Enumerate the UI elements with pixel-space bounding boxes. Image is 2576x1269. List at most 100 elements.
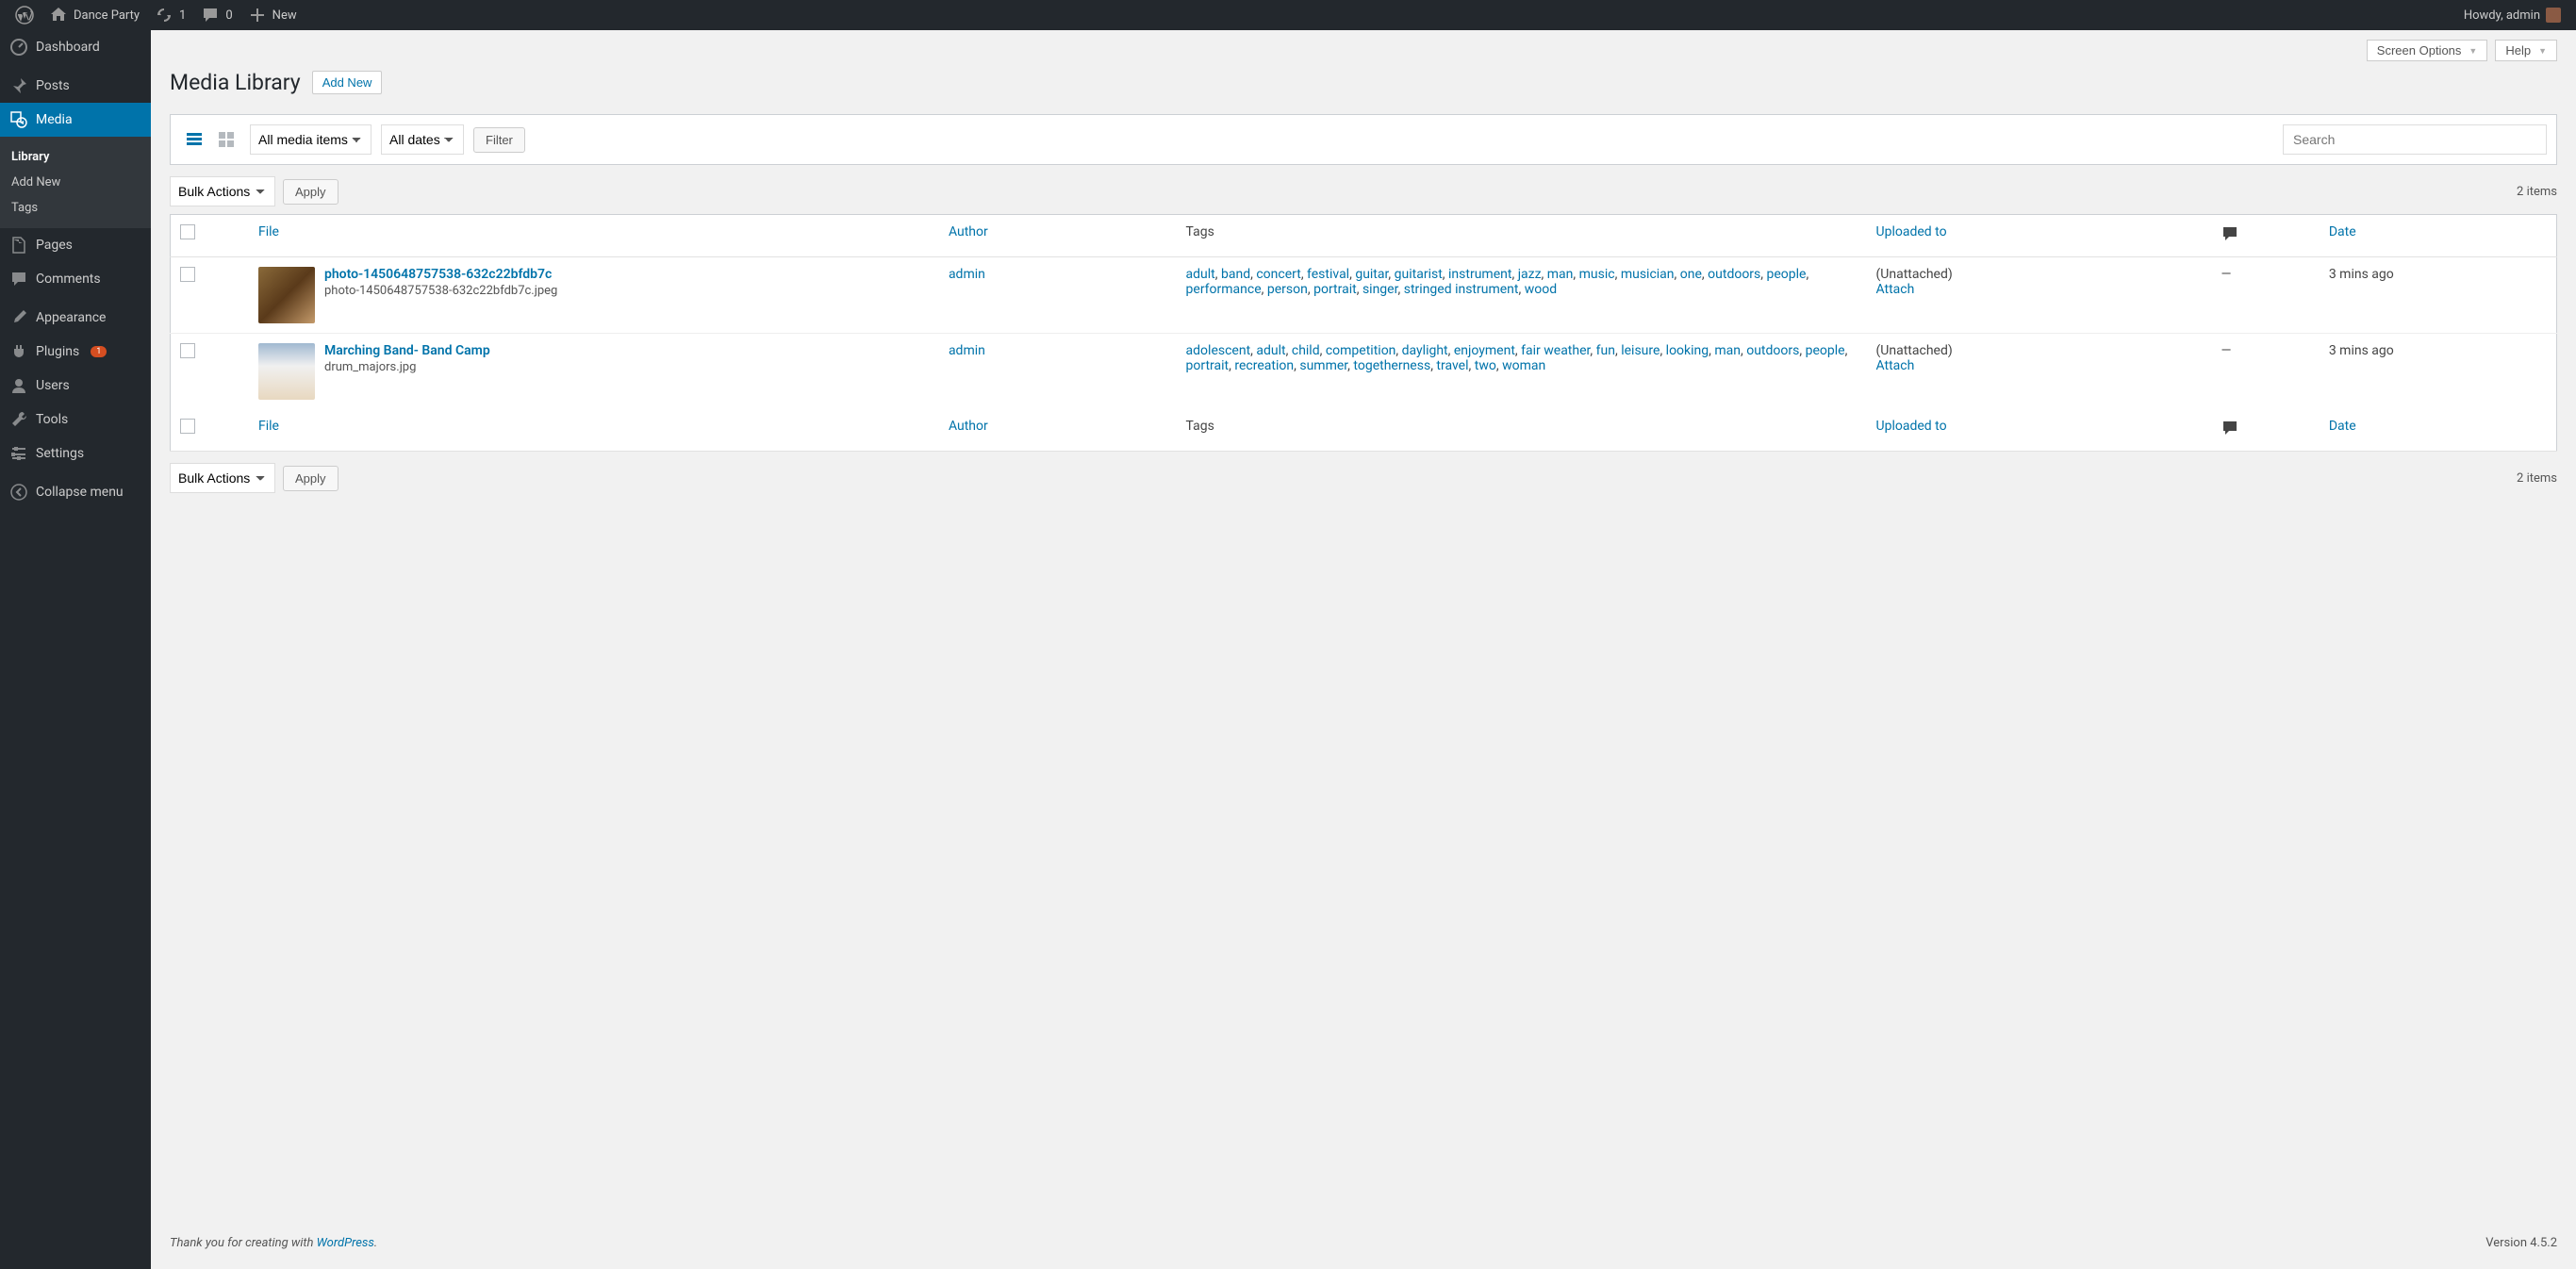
- bulk-actions-select-top[interactable]: Bulk Actions: [170, 176, 275, 206]
- wordpress-link[interactable]: WordPress: [317, 1236, 374, 1250]
- site-home[interactable]: Dance Party: [41, 0, 147, 30]
- select-all-checkbox[interactable]: [180, 224, 195, 239]
- attach-link[interactable]: Attach: [1876, 282, 2203, 297]
- media-type-select[interactable]: All media items: [250, 124, 372, 155]
- tag-link[interactable]: two: [1475, 358, 1496, 373]
- tag-link[interactable]: man: [1714, 343, 1741, 358]
- wp-logo[interactable]: [8, 0, 41, 30]
- sidebar-item-plugins[interactable]: Plugins 1: [0, 335, 151, 369]
- tag-link[interactable]: performance: [1186, 282, 1262, 297]
- tag-link[interactable]: competition: [1326, 343, 1396, 358]
- date-select[interactable]: All dates: [381, 124, 464, 155]
- tag-link[interactable]: recreation: [1234, 358, 1294, 373]
- tag-link[interactable]: adult: [1256, 343, 1285, 358]
- screen-options-btn[interactable]: Screen Options: [2367, 40, 2488, 61]
- tag-link[interactable]: portrait: [1186, 358, 1230, 373]
- bulk-actions-select-bottom[interactable]: Bulk Actions: [170, 463, 275, 493]
- col-file[interactable]: File: [249, 409, 939, 452]
- tag-link[interactable]: jazz: [1518, 267, 1542, 282]
- col-author[interactable]: Author: [939, 409, 1177, 452]
- media-table: File Author Tags Uploaded to Date photo-…: [170, 214, 2557, 452]
- col-file[interactable]: File: [249, 215, 939, 257]
- select-all-checkbox-bottom[interactable]: [180, 419, 195, 434]
- sidebar-item-media[interactable]: Media: [0, 103, 151, 137]
- tag-link[interactable]: people: [1767, 267, 1807, 282]
- col-date[interactable]: Date: [2320, 215, 2557, 257]
- tag-link[interactable]: guitarist: [1395, 267, 1443, 282]
- search-input[interactable]: [2283, 124, 2547, 155]
- view-list-btn[interactable]: [180, 125, 208, 154]
- tag-link[interactable]: people: [1806, 343, 1845, 358]
- thumbnail[interactable]: [258, 267, 315, 323]
- tag-link[interactable]: adolescent: [1186, 343, 1251, 358]
- updates[interactable]: 1: [147, 0, 193, 30]
- submenu-library[interactable]: Library: [0, 144, 151, 170]
- sidebar-item-users[interactable]: Users: [0, 369, 151, 403]
- apply-button-top[interactable]: Apply: [283, 179, 339, 205]
- col-comments[interactable]: [2211, 409, 2319, 452]
- tag-link[interactable]: festival: [1307, 267, 1349, 282]
- tag-link[interactable]: outdoors: [1746, 343, 1799, 358]
- sidebar-collapse[interactable]: Collapse menu: [0, 475, 151, 509]
- tag-link[interactable]: person: [1267, 282, 1308, 297]
- submenu-add-new[interactable]: Add New: [0, 170, 151, 195]
- row-checkbox[interactable]: [180, 267, 195, 282]
- tag-link[interactable]: portrait: [1313, 282, 1357, 297]
- sidebar-item-posts[interactable]: Posts: [0, 69, 151, 103]
- sidebar-item-settings[interactable]: Settings: [0, 437, 151, 470]
- tag-link[interactable]: fair weather: [1521, 343, 1590, 358]
- new-content[interactable]: New: [240, 0, 305, 30]
- tag-link[interactable]: child: [1292, 343, 1320, 358]
- tag-link[interactable]: man: [1547, 267, 1574, 282]
- author-link[interactable]: admin: [949, 267, 985, 282]
- file-title-link[interactable]: Marching Band- Band Camp: [324, 343, 490, 358]
- tag-link[interactable]: travel: [1436, 358, 1468, 373]
- author-link[interactable]: admin: [949, 343, 985, 358]
- tag-link[interactable]: looking: [1666, 343, 1709, 358]
- col-comments[interactable]: [2211, 215, 2319, 257]
- sidebar-item-dashboard[interactable]: Dashboard: [0, 30, 151, 64]
- col-author[interactable]: Author: [939, 215, 1177, 257]
- row-checkbox[interactable]: [180, 343, 195, 358]
- tag-link[interactable]: fun: [1596, 343, 1615, 358]
- tag-link[interactable]: instrument: [1448, 267, 1511, 282]
- tag-link[interactable]: singer: [1362, 282, 1398, 297]
- tag-link[interactable]: leisure: [1621, 343, 1660, 358]
- tag-link[interactable]: togetherness: [1353, 358, 1430, 373]
- comments-value: —: [2221, 267, 2231, 282]
- plus-icon: [248, 6, 267, 25]
- tag-link[interactable]: woman: [1502, 358, 1545, 373]
- tag-link[interactable]: daylight: [1402, 343, 1448, 358]
- sidebar-item-appearance[interactable]: Appearance: [0, 301, 151, 335]
- tag-link[interactable]: concert: [1256, 267, 1300, 282]
- uploaded-status: (Unattached): [1876, 343, 1953, 358]
- add-new-button[interactable]: Add New: [312, 71, 383, 94]
- help-btn[interactable]: Help: [2495, 40, 2557, 61]
- tag-link[interactable]: guitar: [1355, 267, 1388, 282]
- tag-link[interactable]: musician: [1621, 267, 1675, 282]
- thumbnail[interactable]: [258, 343, 315, 400]
- comments-bar[interactable]: 0: [193, 0, 239, 30]
- col-uploaded[interactable]: Uploaded to: [1867, 215, 2212, 257]
- tag-link[interactable]: enjoyment: [1454, 343, 1515, 358]
- filter-button[interactable]: Filter: [473, 127, 525, 153]
- apply-button-bottom[interactable]: Apply: [283, 466, 339, 491]
- col-date[interactable]: Date: [2320, 409, 2557, 452]
- view-grid-btn[interactable]: [212, 125, 240, 154]
- sidebar-item-pages[interactable]: Pages: [0, 228, 151, 262]
- submenu-tags[interactable]: Tags: [0, 195, 151, 221]
- tag-link[interactable]: summer: [1299, 358, 1347, 373]
- tag-link[interactable]: band: [1221, 267, 1250, 282]
- file-title-link[interactable]: photo-1450648757538-632c22bfdb7c: [324, 267, 552, 282]
- tag-link[interactable]: wood: [1525, 282, 1557, 297]
- tag-link[interactable]: stringed instrument: [1404, 282, 1519, 297]
- col-uploaded[interactable]: Uploaded to: [1867, 409, 2212, 452]
- tag-link[interactable]: adult: [1186, 267, 1215, 282]
- tag-link[interactable]: music: [1579, 267, 1615, 282]
- attach-link[interactable]: Attach: [1876, 358, 2203, 373]
- howdy-account[interactable]: Howdy, admin: [2456, 0, 2568, 30]
- sidebar-item-tools[interactable]: Tools: [0, 403, 151, 437]
- tag-link[interactable]: one: [1680, 267, 1702, 282]
- tag-link[interactable]: outdoors: [1708, 267, 1760, 282]
- sidebar-item-comments[interactable]: Comments: [0, 262, 151, 296]
